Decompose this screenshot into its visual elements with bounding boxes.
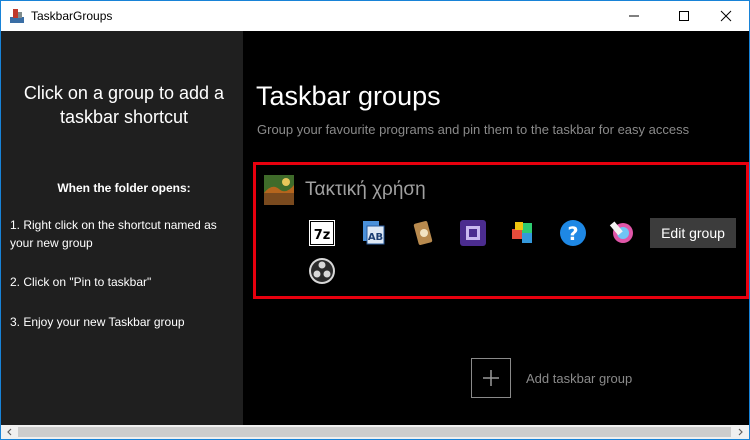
text-editor-icon[interactable]: AB (359, 219, 387, 247)
svg-text:AB: AB (368, 232, 383, 243)
app-icon (10, 9, 24, 23)
scroll-right-button[interactable] (733, 425, 747, 439)
7zip-icon[interactable]: 7z (308, 219, 336, 247)
close-button[interactable] (703, 1, 749, 31)
add-taskbar-group-label[interactable]: Add taskbar group (526, 371, 632, 386)
scroll-thumb[interactable] (18, 427, 731, 437)
app-window: TaskbarGroups Click on a group to add a … (0, 0, 750, 440)
instruction-step-1: 1. Right click on the shortcut named as … (10, 218, 217, 250)
instruction-step-2: 2. Click on "Pin to taskbar" (10, 275, 152, 289)
edit-group-button[interactable]: Edit group (650, 218, 736, 248)
window-title: TaskbarGroups (31, 9, 113, 23)
obs-studio-icon[interactable] (308, 257, 336, 285)
color-pen-icon[interactable] (609, 219, 637, 247)
scroll-app-icon[interactable] (409, 219, 437, 247)
group-name: Τακτική χρήση (305, 179, 426, 200)
group-avatar-icon (264, 175, 294, 205)
chevron-left-icon (7, 428, 12, 436)
instruction-step-3: 3. Enjoy your new Taskbar group (10, 315, 185, 329)
svg-text:?: ? (567, 223, 578, 245)
scroll-left-button[interactable] (3, 425, 17, 439)
close-icon (720, 10, 732, 22)
taskbar-group-card[interactable]: Τακτική χρήση 7z AB ? Edit group (253, 162, 749, 299)
cpu-chip-icon[interactable] (459, 219, 487, 247)
chevron-right-icon (738, 428, 743, 436)
horizontal-scrollbar[interactable] (1, 425, 749, 439)
instructions-title: Click on a group to add a taskbar shortc… (23, 83, 225, 127)
maximize-button[interactable] (661, 1, 707, 31)
page-title: Taskbar groups (256, 81, 441, 111)
plus-icon (483, 370, 499, 386)
instructions-panel: Click on a group to add a taskbar shortc… (1, 31, 243, 425)
add-taskbar-group-button[interactable] (471, 358, 511, 398)
title-bar[interactable]: TaskbarGroups (1, 1, 749, 31)
groups-panel: Taskbar groups Group your favourite prog… (243, 31, 749, 425)
maximize-icon (679, 11, 689, 21)
cube-blocks-icon[interactable] (509, 219, 537, 247)
minimize-button[interactable] (611, 1, 657, 31)
instructions-subhead: When the folder opens: (57, 181, 191, 195)
svg-text:7z: 7z (314, 228, 331, 243)
help-question-icon[interactable]: ? (559, 219, 587, 247)
page-subtitle: Group your favourite programs and pin th… (257, 122, 690, 137)
minimize-icon (629, 15, 639, 17)
